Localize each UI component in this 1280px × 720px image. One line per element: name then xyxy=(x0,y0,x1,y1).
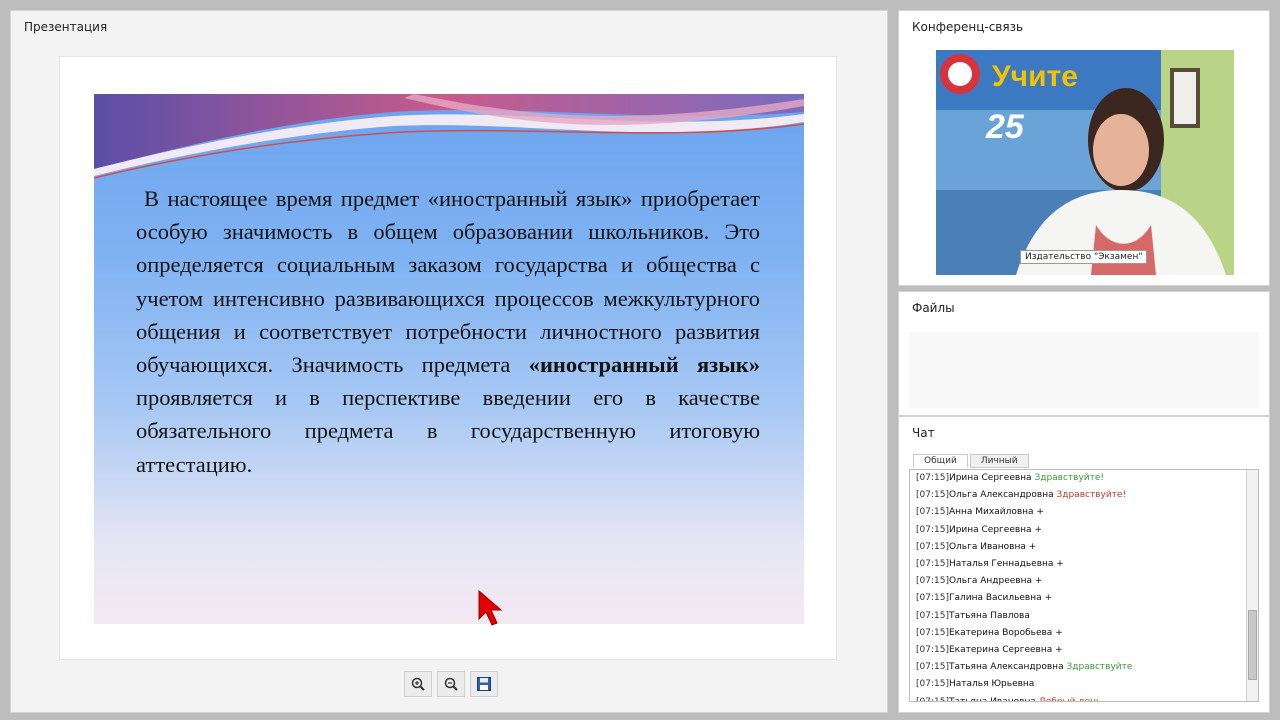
zoom-in-button[interactable] xyxy=(404,671,432,697)
chat-message-text: Здравствуйте! xyxy=(1034,473,1105,483)
chat-message-time: [07:15] xyxy=(916,627,949,638)
presentation-title: Презентация xyxy=(24,20,108,34)
chat-message-list[interactable]: [07:15]Ирина Сергеевна Здравствуйте! [07:… xyxy=(909,469,1259,702)
slide-frame: В настоящее время предмет «иностранный я… xyxy=(59,56,837,660)
chat-message-author: Галина Васильевна xyxy=(948,593,1042,604)
tab-general-chat[interactable]: Общий xyxy=(913,454,968,468)
chat-title: Чат xyxy=(912,426,935,440)
chat-message: [07:15]Ирина Сергеевна Здравствуйте! xyxy=(910,470,1258,487)
chat-message-time: [07:15] xyxy=(916,610,949,621)
banner-number: 25 xyxy=(985,108,1025,146)
chat-message-text: Здравствуйте xyxy=(1066,662,1133,673)
files-title: Файлы xyxy=(912,301,955,315)
chat-message: [07:15]Екатерина Воробьева + xyxy=(910,625,1258,642)
slide-paragraph-start: В настоящее время предмет «иностранный я… xyxy=(136,186,760,378)
chat-message: [07:15]Татьяна Александровна Здравствуйт… xyxy=(910,659,1258,676)
save-button[interactable] xyxy=(470,671,498,697)
chat-message-author: Наталья Геннадьевна xyxy=(948,559,1054,570)
files-list[interactable] xyxy=(909,332,1259,408)
chat-message: [07:15]Ольга Ивановна + xyxy=(910,539,1258,556)
chat-message-time: [07:15] xyxy=(916,559,949,570)
chat-message-text: + xyxy=(1034,524,1042,535)
chat-message-time: [07:15] xyxy=(916,696,949,702)
chat-tabs: Общий Личный xyxy=(913,454,1029,468)
banner-title: Учите xyxy=(992,60,1078,93)
chat-message: [07:15]Татьяна Павлова xyxy=(910,608,1258,625)
chat-message-time: [07:15] xyxy=(916,679,949,690)
chat-message-author: Татьяна Александровна xyxy=(948,662,1064,673)
chat-message: [07:15]Ирина Сергеевна + xyxy=(910,522,1258,539)
conference-panel: Конференц-связь Учите 25 Издательство "Э… xyxy=(898,10,1270,286)
save-icon xyxy=(477,677,491,691)
chat-message-author: Ирина Сергеевна xyxy=(948,524,1032,535)
chat-message-time: [07:15] xyxy=(916,662,949,673)
mouse-pointer-icon xyxy=(478,589,503,626)
chat-message: [07:15]Ольга Андреевна + xyxy=(910,573,1258,590)
chat-message: [07:15]Анна Михайловна + xyxy=(910,504,1258,521)
chat-message-text: + xyxy=(1036,507,1044,518)
video-frame-image: Учите 25 xyxy=(936,50,1234,275)
chat-message-author: Екатерина Воробьева xyxy=(948,627,1053,638)
chat-scrollbar[interactable] xyxy=(1246,470,1258,701)
chat-message-author: Татьяна Павлова xyxy=(948,610,1030,621)
chat-message: [07:15]Галина Васильевна + xyxy=(910,590,1258,607)
chat-message-text: + xyxy=(1055,645,1063,656)
chat-message-time: [07:15] xyxy=(916,645,949,656)
chat-message-time: [07:15] xyxy=(916,524,949,535)
chat-message-time: [07:15] xyxy=(916,507,949,518)
chat-message-text: + xyxy=(1055,627,1063,638)
chat-message-text: + xyxy=(1044,593,1053,604)
slide-bold-phrase: «иностранный язык» xyxy=(528,352,760,378)
chat-message-time: [07:15] xyxy=(916,490,949,501)
slide-toolbar xyxy=(404,671,498,697)
slide: В настоящее время предмет «иностранный я… xyxy=(94,94,804,624)
chat-message: [07:15]Наталья Геннадьевна + xyxy=(910,556,1258,573)
slide-paragraph-end: проявляется и в перспективе введении его… xyxy=(136,385,760,477)
chat-message-author: Ольга Андреевна xyxy=(948,576,1032,587)
chat-message-time: [07:15] xyxy=(916,593,949,604)
chat-message-text: + xyxy=(1056,559,1064,570)
chat-message: [07:15]Татьяна Ивановна Добрый день xyxy=(910,694,1258,702)
chat-message-text: + xyxy=(1028,541,1037,552)
video-participant-label: Издательство "Экзамен" xyxy=(1020,250,1148,264)
chat-message-text: + xyxy=(1034,576,1043,587)
slide-text: В настоящее время предмет «иностранный я… xyxy=(136,182,760,481)
presentation-panel: Презентация В настоящее время предмет «и… xyxy=(10,10,888,713)
zoom-out-icon xyxy=(444,677,458,691)
chat-message-author: Ольга Ивановна xyxy=(948,541,1026,552)
chat-scrollbar-thumb[interactable] xyxy=(1248,610,1257,680)
chat-message-author: Татьяна Ивановна xyxy=(948,696,1036,702)
chat-message-author: Анна Михайловна xyxy=(948,507,1034,518)
zoom-out-button[interactable] xyxy=(437,671,465,697)
chat-message-time: [07:15] xyxy=(916,541,949,552)
chat-message-author: Наталья Юрьевна xyxy=(948,679,1035,690)
chat-panel: Чат Общий Личный [07:15]Ирина Сергеевна … xyxy=(898,416,1270,713)
chat-message-text: Здравствуйте! xyxy=(1056,490,1127,501)
chat-message-time: [07:15] xyxy=(916,576,949,587)
chat-message: [07:15]Екатерина Сергеевна + xyxy=(910,642,1258,659)
conference-title: Конференц-связь xyxy=(912,20,1024,34)
files-panel: Файлы xyxy=(898,291,1270,416)
chat-message-author: Ольга Александровна xyxy=(948,490,1054,501)
chat-message-time: [07:15] xyxy=(916,473,949,483)
chat-message: [07:15]Наталья Юрьевна xyxy=(910,676,1258,693)
chat-message-author: Екатерина Сергеевна xyxy=(948,645,1053,656)
chat-message-text: Добрый день xyxy=(1038,696,1102,702)
tab-private-chat[interactable]: Личный xyxy=(969,454,1029,468)
chat-message: [07:15]Ольга Александровна Здравствуйте! xyxy=(910,487,1258,504)
zoom-in-icon xyxy=(411,677,425,691)
video-feed[interactable]: Учите 25 Издательство "Экзамен" xyxy=(936,50,1234,275)
chat-message-author: Ирина Сергеевна xyxy=(948,473,1032,483)
